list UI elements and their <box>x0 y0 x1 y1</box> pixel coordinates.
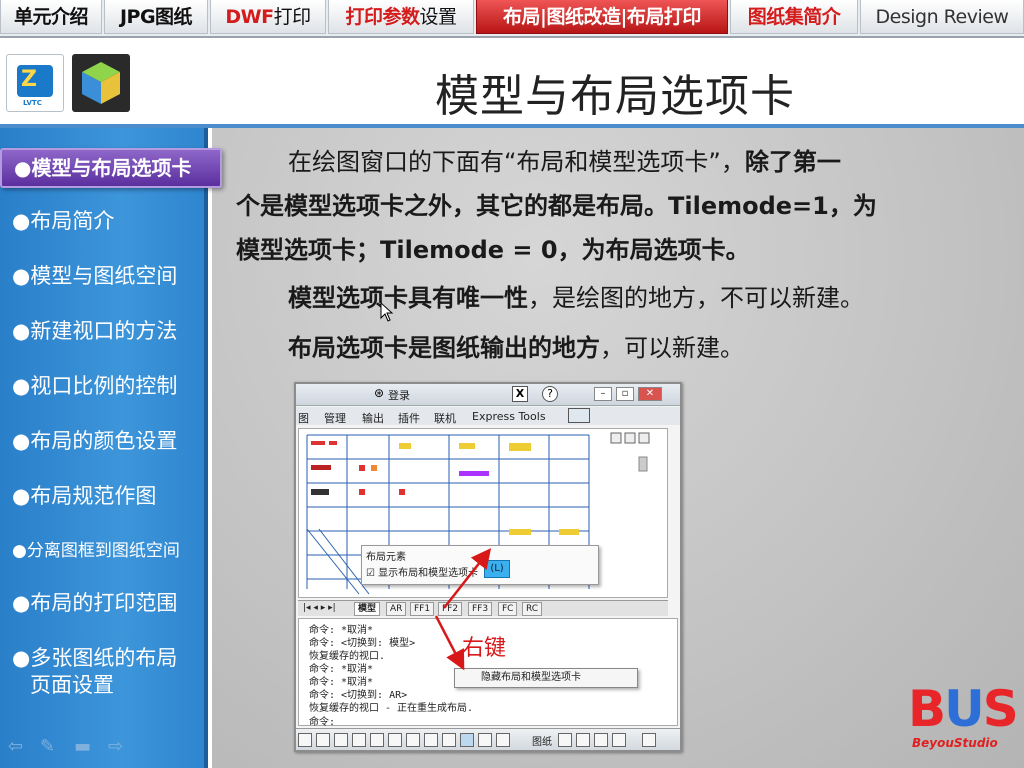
paragraph-intro: 在绘图窗口的下面有“布局和模型选项卡”，除了第一 <box>288 148 841 176</box>
sidebar-item-layout-intro[interactable]: ●布局简介 <box>0 208 206 235</box>
layout-tab[interactable]: FF3 <box>468 602 493 616</box>
menu-item: 管理 <box>324 412 346 425</box>
paragraph-model-unique: 模型选项卡具有唯一性，是绘图的地方，不可以新建。 <box>288 284 864 312</box>
otrack-icon[interactable] <box>388 733 402 747</box>
tab-print-params[interactable]: 打印参数设置 <box>328 0 474 34</box>
cube-logo <box>72 54 130 112</box>
paper-space-label[interactable]: 图纸 <box>532 733 552 748</box>
command-line-text: 命令: <box>309 717 336 728</box>
ortho-icon[interactable] <box>334 733 348 747</box>
menu-icon[interactable]: ▬ <box>74 736 91 757</box>
viewport-controls <box>610 432 650 444</box>
header: Z LVTC 模型与布局选项卡 <box>0 40 1024 126</box>
ribbon-menu: 图 管理 输出 插件 联机 Express Tools <box>296 407 680 425</box>
maximize-icon: ▫ <box>616 387 634 401</box>
tab-design-review[interactable]: Design Review <box>860 0 1024 34</box>
layout-tabs-bar: |◂ ◂ ▸ ▸| 模型 AR FF1 FF2 FF3 FC RC <box>298 600 668 616</box>
ducs-icon[interactable] <box>406 733 420 747</box>
transparency-icon[interactable] <box>460 733 474 747</box>
layout-elements-popup: 布局元素 ☑ 显示布局和模型选项卡 (L) <box>361 545 599 585</box>
sidebar-item-new-viewport[interactable]: ●新建视口的方法 <box>0 318 206 345</box>
forward-arrow-icon[interactable]: ⇨ <box>108 736 123 757</box>
sc-icon[interactable] <box>496 733 510 747</box>
sidebar-item-layout-standard[interactable]: ●布局规范作图 <box>0 483 206 510</box>
sidebar-item-print-range[interactable]: ●布局的打印范围 <box>0 590 206 617</box>
tab-unit-intro[interactable]: 单元介绍 <box>0 0 102 34</box>
status-bar: 图纸 <box>296 728 680 750</box>
popup-option-row[interactable]: ☑ 显示布局和模型选项卡 <box>366 564 478 579</box>
annotation-icon[interactable] <box>576 733 590 747</box>
osnap-icon[interactable] <box>370 733 384 747</box>
sidebar-item-viewport-scale[interactable]: ●视口比例的控制 <box>0 373 206 400</box>
paragraph-layout-output: 布局选项卡是图纸输出的地方，可以新建。 <box>288 334 744 362</box>
grid-icon[interactable] <box>298 733 312 747</box>
sidebar-item-layout-color[interactable]: ●布局的颜色设置 <box>0 428 206 455</box>
layout-tab[interactable]: FF1 <box>410 602 435 616</box>
layout-tab-model[interactable]: 模型 <box>354 602 381 616</box>
sidebar-item-separate-frame[interactable]: ●分离图框到图纸空间 <box>0 538 206 565</box>
popup-header: 布局元素 <box>366 552 406 563</box>
tab-sheet-set[interactable]: 图纸集简介 <box>730 0 858 34</box>
right-click-label: 右键 <box>462 636 507 661</box>
top-tab-bar: 单元介绍 JPG图纸 DWF打印 打印参数设置 布局|图纸改造|布局打印 图纸集… <box>0 0 1024 38</box>
menu-item: 图 <box>298 412 309 425</box>
mouse-cursor-icon <box>380 302 394 322</box>
exchange-icon: X <box>512 386 528 402</box>
popup-shortcut: (L) <box>484 560 510 578</box>
menu-item: 联机 <box>434 412 456 425</box>
drawing-canvas: 布局元素 ☑ 显示布局和模型选项卡 (L) <box>298 428 668 598</box>
snap-icon[interactable] <box>316 733 330 747</box>
lvtc-logo: Z LVTC <box>6 54 64 112</box>
screenshot-titlebar: ⊛ 登录 X ? – ▫ ✕ <box>296 384 680 406</box>
clean-screen-icon[interactable] <box>642 733 656 747</box>
layout-tab[interactable]: AR <box>386 602 407 616</box>
lock-icon[interactable] <box>612 733 626 747</box>
menu-item: 输出 <box>362 412 384 425</box>
binoculars-icon: ⊛ <box>374 386 385 400</box>
workspace-icon <box>568 408 590 423</box>
menu-item: 插件 <box>398 412 420 425</box>
autocad-screenshot: ⊛ 登录 X ? – ▫ ✕ 图 管理 输出 插件 联机 Express Too… <box>294 382 682 752</box>
sidebar-item-multi-sheet-layout[interactable]: ●多张图纸的布局 <box>0 645 206 672</box>
light-icon[interactable] <box>594 733 608 747</box>
bus-logo: BUS BeyouStudio <box>908 680 1019 750</box>
paragraph-intro-line2: 个是模型选项卡之外，其它的都是布局。Tilemode=1，为 <box>236 192 877 220</box>
slide-navigation: ⇦ ✎ ▬ ⇨ <box>8 736 138 758</box>
layout-tab[interactable]: RC <box>522 602 543 616</box>
pen-icon[interactable]: ✎ <box>40 736 55 757</box>
sidebar-item-page-setup[interactable]: 页面设置 <box>0 672 206 699</box>
context-menu-hide-tabs[interactable]: 隐藏布局和模型选项卡 <box>454 668 638 688</box>
command-line-text: 恢复缓存的视口 - 正在重生成布局. <box>309 703 474 714</box>
tab-dwf-print[interactable]: DWF打印 <box>210 0 326 34</box>
sidebar: ●模型与布局选项卡 ●布局简介 ●模型与图纸空间 ●新建视口的方法 ●视口比例的… <box>0 128 222 768</box>
layout-tab[interactable]: FF2 <box>438 602 463 616</box>
paragraph-intro-line3: 模型选项卡；Tilemode = 0，为布局选项卡。 <box>236 236 750 264</box>
tab-jpg-drawing[interactable]: JPG图纸 <box>104 0 208 34</box>
qp-icon[interactable] <box>478 733 492 747</box>
sidebar-item-model-layout-tab[interactable]: ●模型与布局选项卡 <box>0 148 222 188</box>
close-icon: ✕ <box>638 387 662 401</box>
polar-icon[interactable] <box>352 733 366 747</box>
tab-layout-print[interactable]: 布局|图纸改造|布局打印 <box>476 0 728 34</box>
main-content: 在绘图窗口的下面有“布局和模型选项卡”，除了第一 个是模型选项卡之外，其它的都是… <box>212 128 1024 768</box>
minimize-icon: – <box>594 387 612 401</box>
login-label: 登录 <box>388 389 410 402</box>
viewport-icon[interactable] <box>558 733 572 747</box>
tab-nav-arrows[interactable]: |◂ ◂ ▸ ▸| <box>300 602 339 616</box>
page-title: 模型与布局选项卡 <box>435 71 795 122</box>
layout-tab[interactable]: FC <box>498 602 518 616</box>
back-arrow-icon[interactable]: ⇦ <box>8 736 23 757</box>
sidebar-item-model-paper-space[interactable]: ●模型与图纸空间 <box>0 263 206 290</box>
lineweight-icon[interactable] <box>442 733 456 747</box>
help-icon: ? <box>542 386 558 402</box>
menu-item: Express Tools <box>472 410 546 423</box>
dyn-icon[interactable] <box>424 733 438 747</box>
